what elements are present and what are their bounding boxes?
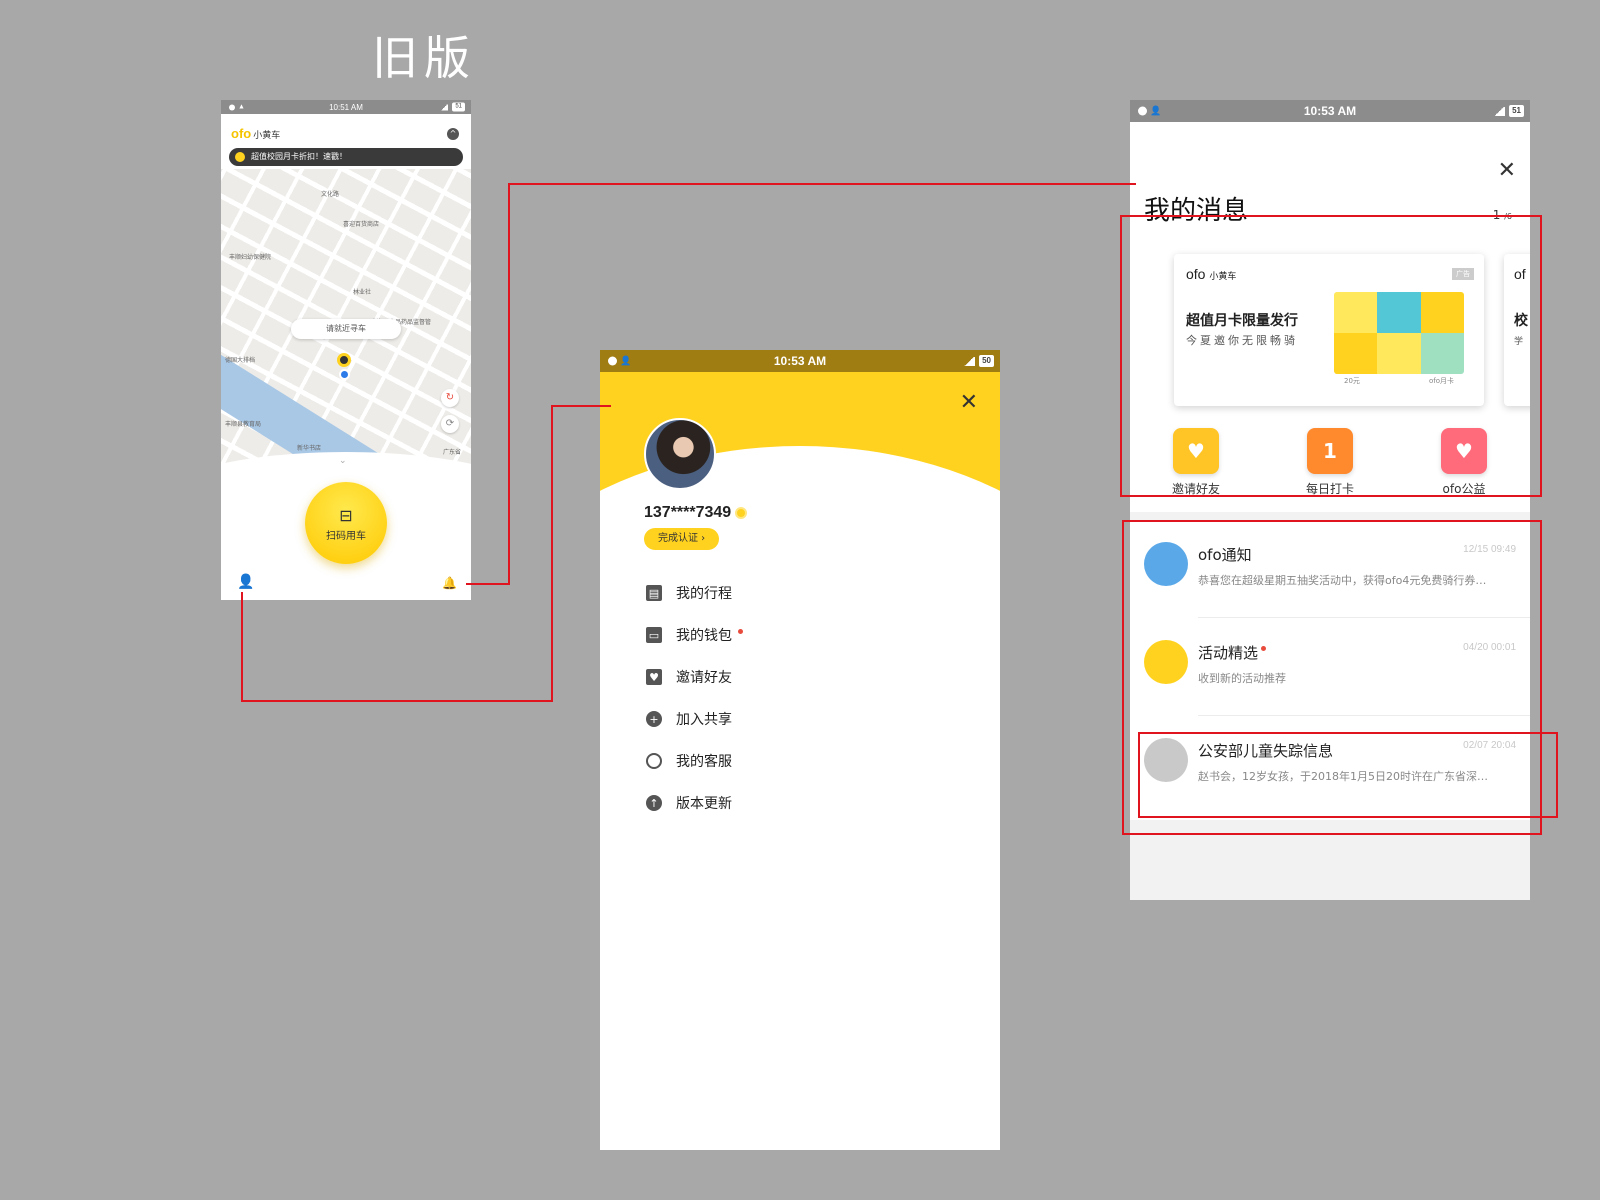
find-bike-tooltip: 请就近寻车 bbox=[291, 319, 401, 339]
menu-item-support[interactable]: 我的客服 bbox=[646, 740, 743, 782]
bell-icon[interactable]: 🔔 bbox=[442, 576, 457, 590]
scan-icon: ⊟ bbox=[339, 506, 353, 525]
status-time: 10:53 AM bbox=[773, 354, 827, 368]
location-pin-icon bbox=[337, 353, 351, 367]
close-icon[interactable]: ✕ bbox=[1498, 158, 1516, 183]
locate-icon[interactable]: ⟳ bbox=[441, 415, 459, 433]
connector-line bbox=[551, 405, 553, 702]
menu-item-update[interactable]: ↑ 版本更新 bbox=[646, 782, 743, 824]
connector-line bbox=[551, 405, 611, 407]
status-bar: 👤 10:53 AM 50 bbox=[600, 350, 1000, 372]
refresh-icon[interactable]: ↻ bbox=[441, 389, 459, 407]
map-label: 丰顺妇幼保健院 bbox=[229, 254, 272, 261]
headset-icon bbox=[646, 753, 662, 769]
map-label: 喜迎百货商店 bbox=[343, 221, 380, 228]
user-icon[interactable]: 👤 bbox=[237, 574, 254, 590]
promo-icon bbox=[235, 152, 245, 162]
scan-ride-button[interactable]: ⊟ 扫码用车 bbox=[305, 482, 387, 564]
map-label: 新华书店 bbox=[297, 445, 322, 452]
connector-line bbox=[241, 700, 553, 702]
status-time: 10:51 AM bbox=[329, 102, 363, 112]
arrow-up-circle-icon: ↑ bbox=[646, 795, 662, 811]
home-map-screen: ▲ 10:51 AM 51 ofo 小黄车 ^ 超值校园月卡折扣！速戳！ 文化路 … bbox=[221, 100, 471, 600]
vip-badge-icon bbox=[735, 506, 748, 519]
ofo-logo: ofo 小黄车 bbox=[231, 126, 281, 141]
map-label: 德国大排档 bbox=[225, 357, 256, 364]
map-view[interactable]: 文化路 喜迎百货商店 丰顺妇幼保健院 林业社 丰顺县食品药品监督管理局 德国大排… bbox=[221, 169, 471, 568]
user-phone: 137****7349 bbox=[644, 504, 748, 522]
plus-circle-icon: + bbox=[646, 711, 662, 727]
connector-line bbox=[508, 183, 1136, 185]
menu-item-wallet[interactable]: ▭ 我的钱包 bbox=[646, 614, 743, 656]
menu-item-share[interactable]: + 加入共享 bbox=[646, 698, 743, 740]
promo-banner[interactable]: 超值校园月卡折扣！速戳！ bbox=[229, 148, 463, 166]
highlight-box bbox=[1120, 215, 1542, 497]
notification-dot bbox=[738, 628, 743, 634]
avatar[interactable] bbox=[644, 418, 716, 490]
user-menu-screen: 👤 10:53 AM 50 ✕ 137****7349 完成认证 › ▤ 我的行程… bbox=[600, 350, 1000, 1150]
complete-verification-button[interactable]: 完成认证 › bbox=[644, 528, 720, 550]
app-header: ofo 小黄车 ^ 超值校园月卡折扣！速戳！ bbox=[221, 114, 471, 169]
my-location-icon bbox=[339, 369, 350, 380]
chevron-down-icon[interactable]: ⌄ bbox=[339, 456, 347, 466]
side-menu: ▤ 我的行程 ▭ 我的钱包 ♥ 邀请好友 + 加入共享 我的客服 ↑ 版本更新 bbox=[646, 572, 743, 824]
calendar-icon: ▤ bbox=[646, 585, 662, 601]
map-label: 丰顺县教育局 bbox=[225, 421, 262, 428]
close-icon[interactable]: ✕ bbox=[960, 390, 978, 415]
status-bar: 👤 10:53 AM 51 bbox=[1130, 100, 1530, 122]
map-label: 广东省 bbox=[443, 449, 462, 456]
status-bar: ▲ 10:51 AM 51 bbox=[221, 100, 471, 114]
map-label: 林业社 bbox=[353, 289, 372, 296]
gift-envelope-icon: ♥ bbox=[646, 669, 662, 685]
menu-item-trips[interactable]: ▤ 我的行程 bbox=[646, 572, 743, 614]
status-time: 10:53 AM bbox=[1303, 104, 1357, 118]
wallet-icon: ▭ bbox=[646, 627, 662, 643]
connector-line bbox=[508, 183, 510, 585]
connector-line bbox=[466, 583, 510, 585]
connector-line bbox=[241, 592, 243, 702]
menu-item-invite[interactable]: ♥ 邀请好友 bbox=[646, 656, 743, 698]
highlight-box bbox=[1138, 732, 1558, 818]
page-title: 旧版 bbox=[372, 31, 476, 85]
collapse-icon[interactable]: ^ bbox=[447, 128, 459, 140]
map-label: 文化路 bbox=[321, 191, 340, 198]
